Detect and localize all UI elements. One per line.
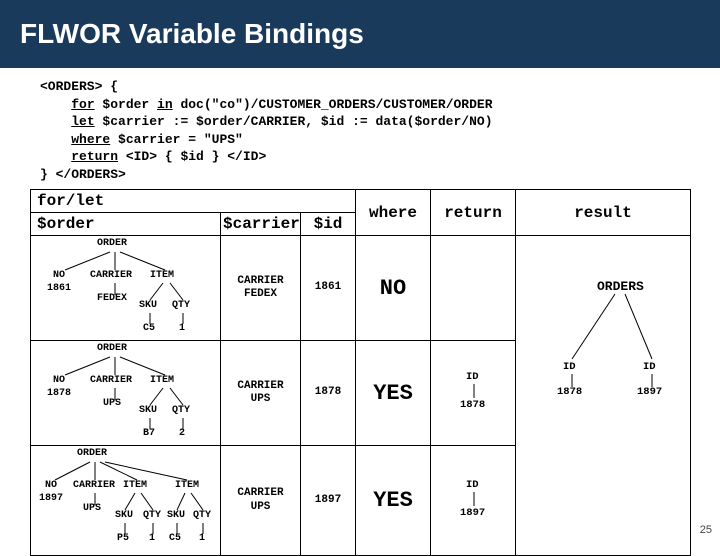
order-tree: ORDER NO 1861 CARRIER FEDEX ITEM SKU QTY…: [35, 238, 216, 338]
return-cell: ID 1878: [431, 341, 516, 446]
id-cell: 1861: [301, 236, 356, 341]
carrier-cell: CARRIERUPS: [221, 446, 301, 556]
carrier-cell: CARRIERFEDEX: [221, 236, 301, 341]
bindings-table: for/let where return result $order $carr…: [30, 189, 691, 556]
header-forlet: for/let: [31, 190, 356, 213]
order-tree: ORDER NO 1878 CARRIER UPS ITEM SKU QTY B…: [35, 343, 216, 443]
header-result: result: [516, 190, 691, 236]
table-row: ORDER NO 1861 CARRIER FEDEX ITEM SKU QTY…: [31, 236, 691, 341]
carrier-cell: CARRIERUPS: [221, 341, 301, 446]
where-cell: YES: [356, 446, 431, 556]
return-cell: [431, 236, 516, 341]
id-cell: 1878: [301, 341, 356, 446]
header-where: where: [356, 190, 431, 236]
slide-title: FLWOR Variable Bindings: [0, 0, 720, 68]
header-id-var: $id: [301, 213, 356, 236]
id-cell: 1897: [301, 446, 356, 556]
where-cell: YES: [356, 341, 431, 446]
page-number: 25: [700, 524, 712, 536]
header-order-var: $order: [31, 213, 221, 236]
header-return: return: [431, 190, 516, 236]
order-tree: ORDER NO 1897 CARRIER UPS ITEM SKU QTY P…: [35, 448, 216, 553]
where-cell: NO: [356, 236, 431, 341]
result-cell: ORDERS ID 1878 ID 1897: [516, 236, 691, 556]
header-carrier-var: $carrier: [221, 213, 301, 236]
code-block: <ORDERS> { for $order in doc("co")/CUSTO…: [40, 78, 680, 183]
return-cell: ID 1897: [431, 446, 516, 556]
